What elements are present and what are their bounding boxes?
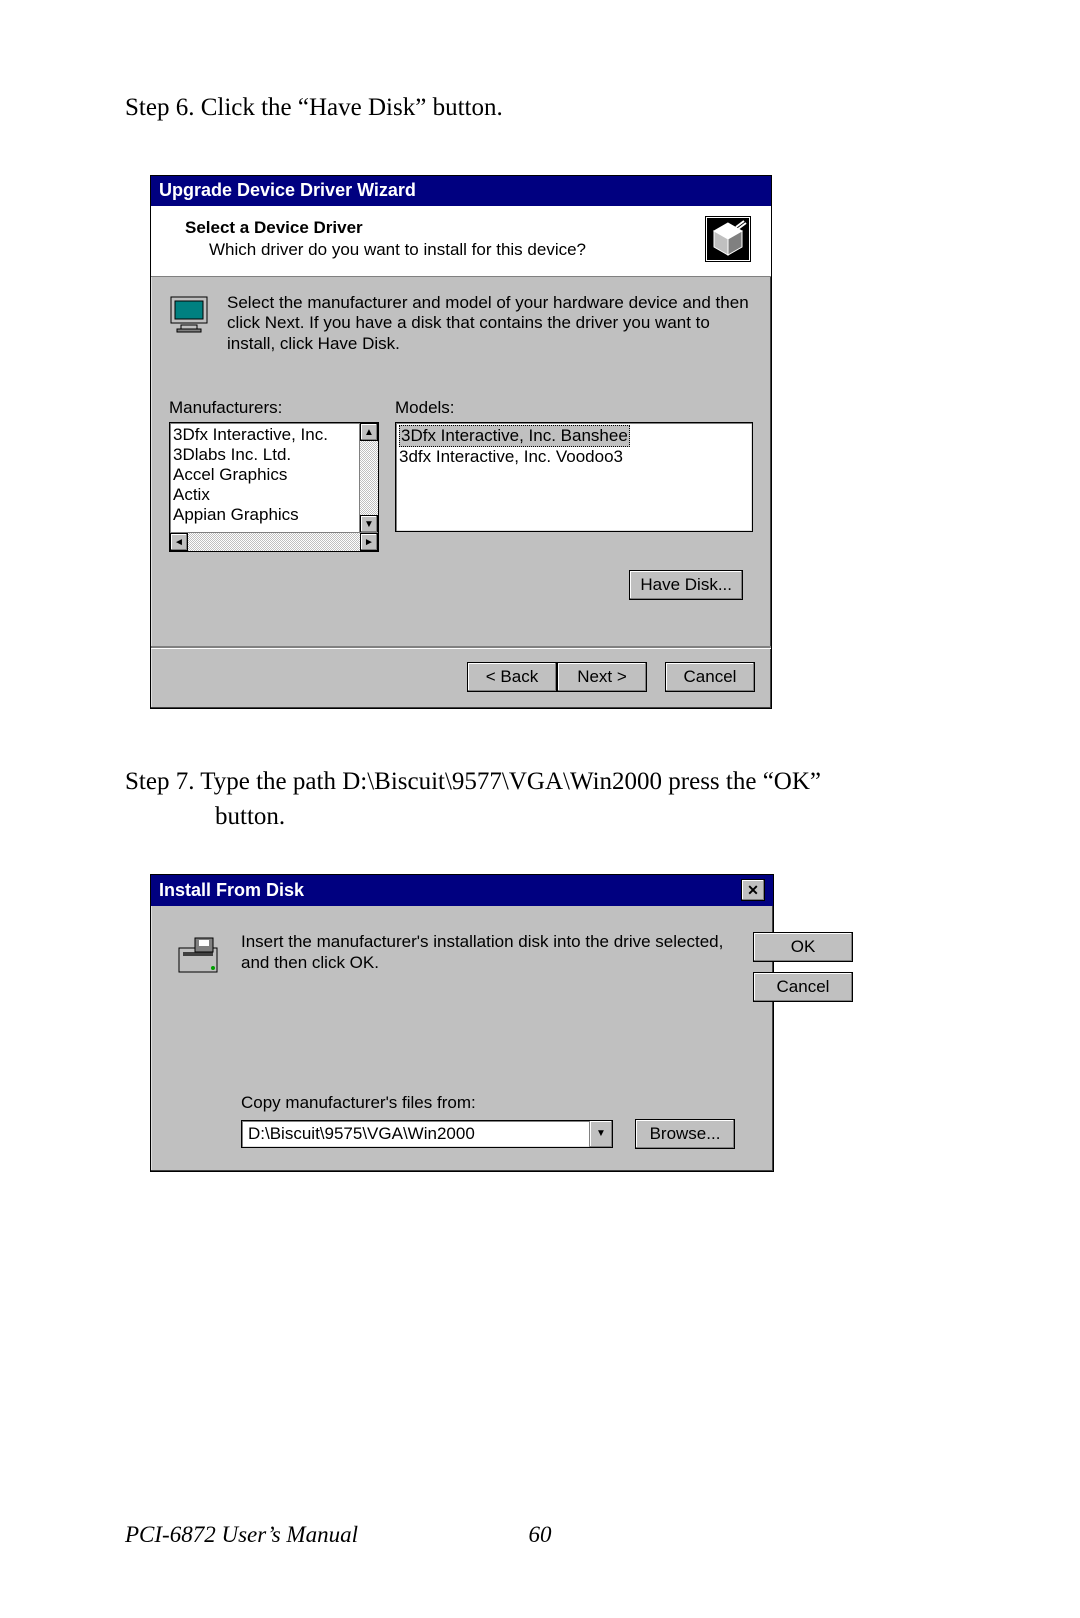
next-button[interactable]: Next >	[557, 662, 647, 692]
wizard-title: Upgrade Device Driver Wizard	[159, 180, 416, 201]
scroll-left-icon[interactable]: ◄	[170, 533, 188, 551]
list-item[interactable]: Accel Graphics	[173, 465, 375, 485]
ok-button[interactable]: OK	[753, 932, 853, 962]
list-item[interactable]: Actix	[173, 485, 375, 505]
manufacturers-label: Manufacturers:	[169, 398, 379, 418]
browse-button[interactable]: Browse...	[635, 1119, 735, 1149]
dropdown-button[interactable]: ▼	[589, 1121, 612, 1147]
list-item[interactable]: 3Dfx Interactive, Inc. Banshee	[399, 425, 630, 447]
install-title: Install From Disk	[159, 880, 304, 901]
path-combobox[interactable]: D:\Biscuit\9575\VGA\Win2000 ▼	[241, 1120, 613, 1148]
scrollbar-horizontal[interactable]: ◄ ►	[170, 532, 378, 551]
cancel-button[interactable]: Cancel	[665, 662, 755, 692]
install-message: Insert the manufacturer's installation d…	[241, 932, 735, 973]
chevron-down-icon: ▼	[596, 1128, 606, 1139]
close-button[interactable]: ✕	[741, 879, 765, 901]
list-item[interactable]: Appian Graphics	[173, 505, 375, 525]
wizard-instruction: Select the manufacturer and model of you…	[227, 293, 753, 354]
install-from-disk-dialog: Install From Disk ✕ Insert the manufactu…	[150, 874, 774, 1172]
step-6-text: Step 6. Click the “Have Disk” button.	[125, 90, 965, 125]
close-icon: ✕	[747, 883, 759, 897]
wizard-heading: Select a Device Driver	[185, 218, 695, 238]
scroll-up-icon[interactable]: ▲	[360, 423, 378, 441]
path-input[interactable]: D:\Biscuit\9575\VGA\Win2000	[242, 1121, 589, 1147]
floppy-disk-icon	[173, 934, 223, 978]
models-listbox[interactable]: 3Dfx Interactive, Inc. Banshee 3dfx Inte…	[395, 422, 753, 532]
back-button[interactable]: < Back	[467, 662, 557, 692]
wizard-titlebar[interactable]: Upgrade Device Driver Wizard	[151, 176, 771, 206]
manufacturers-listbox[interactable]: 3Dfx Interactive, Inc. 3Dlabs Inc. Ltd. …	[169, 422, 379, 552]
wizard-subheading: Which driver do you want to install for …	[185, 240, 695, 260]
cancel-button[interactable]: Cancel	[753, 972, 853, 1002]
scrollbar-vertical[interactable]: ▲ ▼	[359, 423, 378, 533]
models-label: Models:	[395, 398, 753, 418]
step-7-text: Step 7. Type the path D:\Biscuit\9577\VG…	[125, 764, 965, 834]
scroll-down-icon[interactable]: ▼	[360, 515, 378, 533]
copy-from-label: Copy manufacturer's files from:	[241, 1093, 735, 1113]
install-titlebar[interactable]: Install From Disk ✕	[151, 875, 773, 906]
scroll-right-icon[interactable]: ►	[360, 533, 378, 551]
list-item[interactable]: 3Dlabs Inc. Ltd.	[173, 445, 375, 465]
have-disk-button[interactable]: Have Disk...	[629, 570, 743, 600]
driver-box-icon	[705, 216, 751, 262]
upgrade-driver-wizard-dialog: Upgrade Device Driver Wizard Select a De…	[150, 175, 772, 709]
monitor-icon	[169, 295, 213, 335]
list-item[interactable]: 3dfx Interactive, Inc. Voodoo3	[399, 447, 749, 467]
list-item[interactable]: 3Dfx Interactive, Inc.	[173, 425, 375, 445]
wizard-header: Select a Device Driver Which driver do y…	[151, 206, 771, 276]
page-number: 60	[529, 1522, 552, 1548]
footer-manual-title: PCI-6872 User’s Manual	[125, 1522, 358, 1548]
